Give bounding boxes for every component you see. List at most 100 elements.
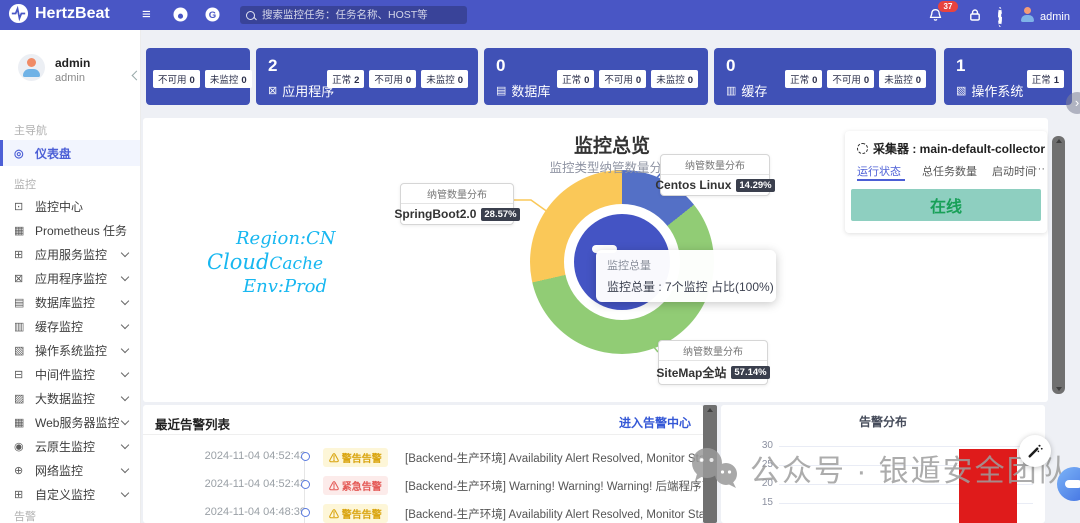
stat-card-os[interactable]: 1 ▧ 操作系统 正常1 (944, 48, 1072, 105)
stat-count: 0 (496, 56, 505, 76)
sidebar-item-os[interactable]: ▧ 操作系统监控 (0, 340, 140, 360)
chevron-down-icon (121, 321, 129, 329)
divider (143, 434, 703, 435)
sidebar-item-cache[interactable]: ▥ 缓存监控 (0, 316, 140, 336)
hertzbeat-logo[interactable]: HertzBeat (8, 3, 110, 24)
alert-severity-badge: ⚠ 警告告警 (323, 448, 388, 467)
timeline-node-icon (301, 480, 310, 489)
status-badge: 正常1 (1027, 70, 1064, 88)
search-input[interactable] (260, 8, 461, 22)
magic-wand-button[interactable] (1019, 435, 1051, 467)
alert-time: 2024-11-04 04:52:43 (198, 450, 306, 462)
sidebar-item-app-program[interactable]: ⊠ 应用程序监控 (0, 268, 140, 288)
callout-percent: 28.57% (481, 208, 519, 221)
tab-task-total[interactable]: 总任务数量 (922, 163, 977, 179)
alerts-scrollbar[interactable] (703, 405, 717, 523)
sidebar-item-prometheus[interactable]: ▦ Prometheus 任务 (0, 220, 140, 240)
status-badge: 不可用0 (599, 70, 646, 88)
status-badge: 未监控0 (421, 70, 468, 88)
status-badge: 未监控0 (651, 70, 698, 88)
sidebar-user-role: admin (55, 72, 85, 84)
stat-count: 0 (726, 56, 735, 76)
cache-icon: ▥ (726, 84, 736, 97)
hertzbeat-dashboard: HertzBeat ≡ G 37 admin admin admin 主导航 ◎ (0, 0, 1080, 523)
status-badge: 正常2 (327, 70, 364, 88)
stat-label: 操作系统 (971, 81, 1023, 100)
chevron-down-icon (121, 297, 129, 305)
alert-message: [Backend-生产环境] Availability Alert Resolv… (405, 506, 703, 522)
notification-count-badge: 37 (938, 1, 958, 12)
chevron-down-icon (121, 273, 129, 281)
sidebar-item-web-server[interactable]: ▦ Web服务器监控 (0, 412, 140, 432)
stat-label: 缓存 (741, 81, 767, 100)
database-icon: ▤ (496, 84, 506, 97)
bell-icon: ⚠ (329, 482, 339, 493)
assistant-bubble-button[interactable] (1057, 467, 1080, 501)
github-icon[interactable] (172, 6, 189, 26)
stat-card-app[interactable]: 2 ⊠应用程序 正常2 不可用0 未监控0 (256, 48, 478, 105)
callout-springboot: 纳管数量分布 SpringBoot2.0 28.57% (400, 183, 514, 225)
chart-tooltip: 监控总量 监控总量 : 7个监控 占比(100%) (596, 250, 776, 302)
sidebar: admin admin 主导航 ◎ 仪表盘 监控 ⊡ 监控中心 ▦ Promet… (0, 30, 141, 523)
magic-wand-icon (1026, 442, 1044, 460)
callout-sitemap: 纳管数量分布 SiteMap全站 57.14% (658, 340, 768, 385)
sidebar-item-custom[interactable]: ⊞ 自定义监控 (0, 484, 140, 504)
alert-row[interactable]: 2024-11-04 04:52:43 ⚠ 警告告警 [Backend-生产环境… (143, 448, 703, 466)
sidebar-item-database[interactable]: ▤ 数据库监控 (0, 292, 140, 312)
brand-name: HertzBeat (35, 5, 110, 23)
app-icon: ⊠ (268, 84, 277, 97)
sidebar-item-middleware[interactable]: ⊟ 中间件监控 (0, 364, 140, 384)
callout-name: Centos Linux (655, 178, 731, 192)
status-badge: 不可用0 (153, 70, 200, 88)
stat-label: 数据库 (511, 81, 550, 100)
gitee-icon[interactable]: G (204, 6, 221, 26)
tab-more-icon[interactable]: ··· (1034, 163, 1045, 175)
collector-scrollbar[interactable] (1052, 136, 1065, 394)
stat-card-database[interactable]: 0 ▤数据库 正常0 不可用0 未监控0 (484, 48, 708, 105)
timeline-node-icon (301, 508, 310, 517)
stat-card-cache[interactable]: 0 ▥缓存 正常0 不可用0 未监控0 (714, 48, 936, 105)
middleware-icon: ⊟ (14, 368, 28, 381)
carousel-next-icon[interactable]: › (1066, 92, 1080, 114)
sidebar-item-cloud-native[interactable]: ◉ 云原生监控 (0, 436, 140, 456)
tab-run-status[interactable]: 运行状态 (857, 163, 901, 179)
tab-start-time[interactable]: 启动时间 (992, 163, 1036, 179)
sidebar-item-bigdata[interactable]: ▨ 大数据监控 (0, 388, 140, 408)
custom-monitor-icon: ⊞ (14, 488, 28, 501)
sidebar-item-app-service[interactable]: ⊞ 应用服务监控 (0, 244, 140, 264)
os-icon: ▧ (956, 84, 966, 97)
stat-count: 2 (268, 56, 277, 76)
top-header: HertzBeat ≡ G 37 admin (0, 0, 1080, 30)
user-avatar[interactable] (1020, 7, 1035, 22)
tooltip-value: 监控总量 : 7个监控 占比(100%) (607, 278, 765, 295)
stat-count: 1 (956, 56, 965, 76)
sidebar-item-dashboard[interactable]: ◎ 仪表盘 (0, 140, 140, 166)
redaction-box (959, 449, 1017, 523)
alerts-center-link[interactable]: 进入告警中心 (619, 414, 691, 431)
menu-toggle-icon[interactable]: ≡ (142, 7, 151, 23)
sidebar-user-name: admin (55, 56, 90, 70)
alert-time: 2024-11-04 04:48:39 (198, 506, 306, 518)
header-username[interactable]: admin (1040, 9, 1070, 25)
sidebar-item-network[interactable]: ⊕ 网络监控 (0, 460, 140, 480)
chevron-down-icon (121, 345, 129, 353)
stat-card-partial[interactable]: 不可用0 未监控0 (146, 48, 250, 105)
y-tick: 30 (739, 440, 773, 451)
status-badge: 正常0 (785, 70, 822, 88)
alerts-title: 最近告警列表 (155, 414, 230, 433)
chevron-down-icon (121, 393, 129, 401)
status-badge: 未监控0 (879, 70, 926, 88)
alert-time: 2024-11-04 04:52:43 (198, 478, 306, 490)
collector-status-badge: 在线 (851, 189, 1041, 221)
alert-row[interactable]: 2024-11-04 04:52:43 ⚠ 紧急告警 [Backend-生产环境… (143, 476, 703, 494)
search-bar[interactable] (240, 6, 467, 24)
chevron-down-icon (121, 369, 129, 377)
lock-icon[interactable] (968, 8, 982, 25)
tooltip-title: 监控总量 (607, 257, 765, 273)
alert-row[interactable]: 2024-11-04 04:48:39 ⚠ 警告告警 [Backend-生产环境… (143, 504, 703, 522)
search-icon (246, 11, 255, 20)
sidebar-item-monitor-center[interactable]: ⊡ 监控中心 (0, 196, 140, 216)
status-badge: 未监控0 (205, 70, 252, 88)
settings-gear-icon[interactable] (998, 9, 1002, 25)
callout-percent: 14.29% (736, 179, 774, 192)
